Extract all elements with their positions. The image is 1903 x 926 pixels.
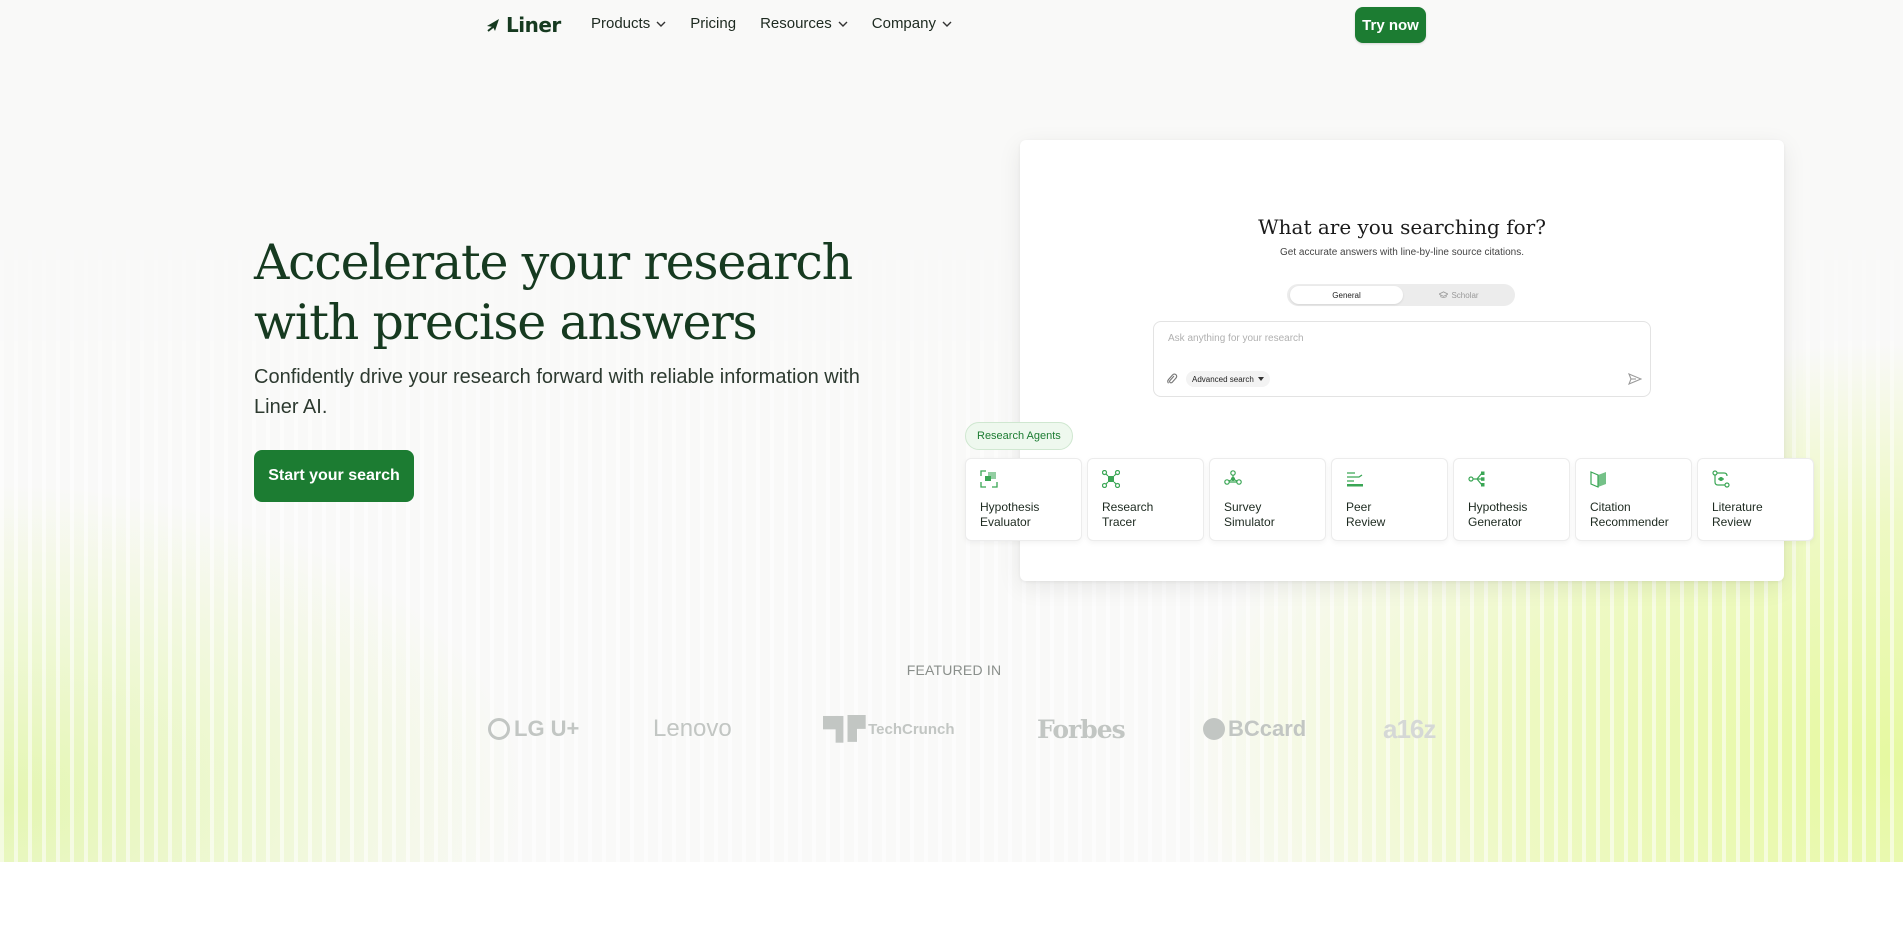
tc-mark: ▀▌▛ [823, 716, 865, 741]
start-search-button[interactable]: Start your search [254, 450, 414, 502]
nav-resources[interactable]: Resources [760, 15, 848, 32]
agent-card-label: Literature Review [1712, 500, 1763, 529]
expand-icon [980, 470, 998, 488]
chevron-down-icon [838, 21, 848, 27]
search-input[interactable] [1166, 332, 1640, 345]
hero-subtitle: Confidently drive your research forward … [254, 366, 860, 418]
lg-uplus-logo: LG U+ [488, 712, 579, 746]
pages-icon [1590, 471, 1606, 488]
agent-card-citation-recommender[interactable]: Citation Recommender [1575, 458, 1692, 541]
bccard-logo-text: BCcard [1228, 716, 1307, 741]
a16z-logo-text: a16z [1383, 713, 1436, 744]
chevron-down-icon [656, 21, 666, 27]
agent-card-hypothesis-generator[interactable]: Hypothesis Generator [1453, 458, 1570, 541]
a16z-logo: a16z [1383, 712, 1436, 746]
hero-headline: Accelerate your research with precise an… [254, 234, 853, 351]
graduation-cap-icon [1439, 291, 1449, 298]
demo-title: What are you searching for? [1258, 215, 1546, 239]
lenovo-logo-text: Lenovo [653, 715, 732, 742]
nav-company-label: Company [871, 15, 936, 32]
advanced-search-label: Advanced search [1192, 374, 1254, 384]
nav-products-label: Products [591, 15, 651, 32]
logo-text: Liner [506, 13, 561, 37]
branch-icon [1468, 471, 1485, 487]
agent-card-label: Research Tracer [1102, 500, 1154, 529]
network-icon [1102, 470, 1120, 488]
send-icon[interactable] [1628, 372, 1642, 386]
forbes-logo-text: Forbes [1037, 714, 1126, 744]
agent-card-label: Survey Simulator [1224, 500, 1275, 529]
nav-pricing[interactable]: Pricing [690, 15, 736, 32]
agent-card-survey-simulator[interactable]: Survey Simulator [1209, 458, 1326, 541]
bc-circle-mark [1203, 718, 1225, 740]
agent-card-label: Hypothesis Evaluator [980, 500, 1040, 529]
agent-card-research-tracer[interactable]: Research Tracer [1087, 458, 1204, 541]
nav-resources-label: Resources [760, 15, 832, 32]
forbes-logo: Forbes [1037, 712, 1126, 746]
flow-icon [1712, 470, 1730, 488]
agent-cards: Hypothesis Evaluator Research Tracer Sur… [965, 458, 1814, 541]
mode-scholar-label: Scholar [1451, 290, 1479, 300]
search-box: Advanced search [1153, 321, 1651, 397]
agent-card-literature-review[interactable]: Literature Review [1697, 458, 1814, 541]
techcrunch-logo-text: TechCrunch [868, 720, 955, 738]
page-lower-section [0, 862, 1903, 926]
nav-products[interactable]: Products [591, 15, 666, 32]
agent-card-peer-review[interactable]: Peer Review [1331, 458, 1448, 541]
featured-in-label: FEATURED IN [906, 662, 1002, 678]
bccard-logo: BCcard [1203, 712, 1306, 746]
nav-company[interactable]: Company [872, 15, 952, 32]
mode-scholar-tab[interactable]: Scholar [1405, 286, 1513, 304]
research-agents-tag[interactable]: Research Agents [965, 422, 1073, 450]
mode-toggle: General Scholar [1287, 284, 1515, 306]
agent-card-label: Hypothesis Generator [1468, 500, 1528, 529]
techcrunch-logo: ▀▌▛ TechCrunch [823, 712, 955, 746]
liner-logo[interactable]: Liner [485, 13, 561, 37]
lenovo-logo: Lenovo [653, 712, 732, 746]
chevron-down-icon [942, 21, 952, 27]
caret-down-icon [1257, 377, 1264, 381]
nodes-icon [1224, 470, 1242, 485]
paperclip-icon[interactable] [1165, 372, 1179, 386]
agent-card-label: Peer Review [1346, 500, 1386, 529]
demo-subtitle: Get accurate answers with line-by-line s… [1280, 247, 1524, 258]
agent-card-hypothesis-evaluator[interactable]: Hypothesis Evaluator [965, 458, 1082, 541]
featured-logos: LG U+ Lenovo ▀▌▛ TechCrunch Forbes BCcar… [0, 712, 1903, 752]
lg-logo-text: LG U+ [514, 716, 580, 741]
liner-logo-icon [487, 19, 499, 32]
try-now-button[interactable]: Try now [1355, 7, 1426, 43]
nav-pricing-label: Pricing [690, 15, 737, 32]
nav-links: Products Pricing Resources Company [591, 15, 952, 32]
review-icon [1347, 472, 1363, 487]
agent-card-label: Citation Recommender [1590, 500, 1669, 529]
lg-circle-mark [488, 718, 510, 740]
top-navigation: Liner Products Pricing Resources Company… [0, 0, 1903, 50]
advanced-search-dropdown[interactable]: Advanced search [1186, 371, 1270, 387]
mode-general-tab[interactable]: General [1290, 286, 1403, 304]
